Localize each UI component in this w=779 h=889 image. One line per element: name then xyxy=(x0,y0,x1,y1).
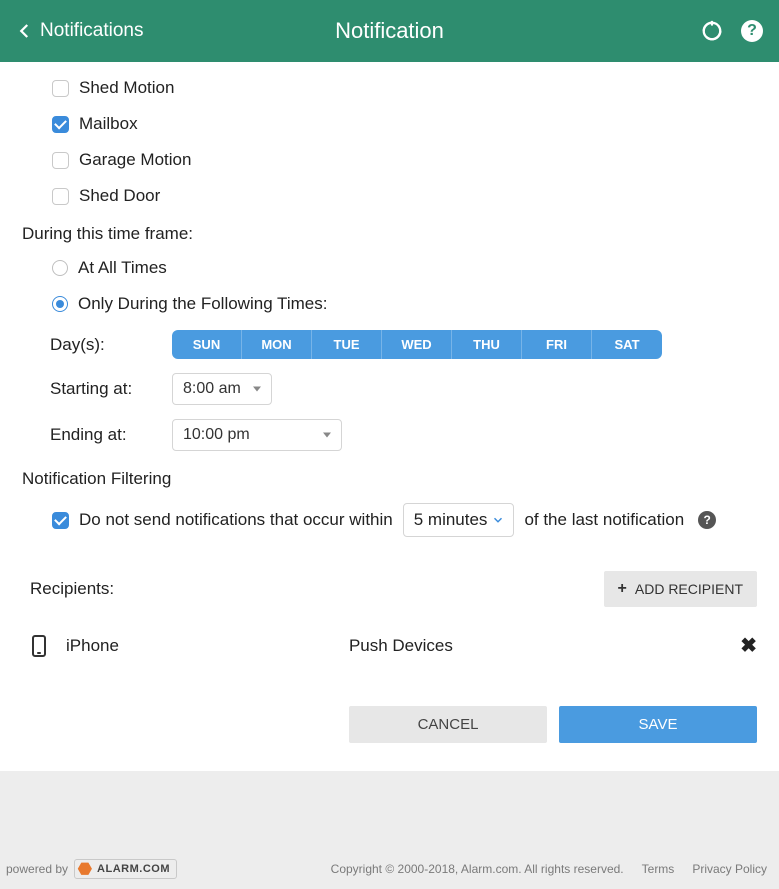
day-pill-wed[interactable]: WED xyxy=(382,330,452,359)
alarm-logo-text: ALARM.COM xyxy=(97,863,170,875)
radio-icon[interactable] xyxy=(52,260,68,276)
help-icon[interactable]: ? xyxy=(741,20,763,42)
checkbox-icon[interactable] xyxy=(52,188,69,205)
sensor-row[interactable]: Garage Motion xyxy=(52,150,757,170)
day-pill-sat[interactable]: SAT xyxy=(592,330,662,359)
radio-icon[interactable] xyxy=(52,296,68,312)
back-label: Notifications xyxy=(40,20,144,42)
remove-recipient-button[interactable]: ✖ xyxy=(740,633,757,658)
start-row: Starting at: 8:00 am xyxy=(22,373,757,405)
filtering-prefix: Do not send notifications that occur wit… xyxy=(79,510,393,530)
day-pill-fri[interactable]: FRI xyxy=(522,330,592,359)
sensor-label: Shed Motion xyxy=(79,78,174,98)
refresh-icon[interactable] xyxy=(701,20,723,42)
checkbox-icon[interactable] xyxy=(52,152,69,169)
save-button[interactable]: SAVE xyxy=(559,706,757,743)
days-row: Day(s): SUN MON TUE WED THU FRI SAT xyxy=(22,330,757,359)
recipients-label: Recipients: xyxy=(22,579,114,599)
sensor-row[interactable]: Mailbox xyxy=(52,114,757,134)
recipients-header: Recipients: + ADD RECIPIENT xyxy=(22,571,757,607)
recipient-name: iPhone xyxy=(66,636,119,656)
end-time-select[interactable]: 10:00 pm xyxy=(172,419,342,451)
days-label: Day(s): xyxy=(50,335,172,355)
recipient-channel: Push Devices xyxy=(349,636,453,656)
start-label: Starting at: xyxy=(50,379,172,399)
sensor-label: Shed Door xyxy=(79,186,160,206)
filter-window-value: 5 minutes xyxy=(414,510,488,530)
timeframe-heading: During this time frame: xyxy=(22,224,757,244)
radio-label: At All Times xyxy=(78,258,167,278)
chevron-left-icon xyxy=(16,22,34,40)
checkbox-icon[interactable] xyxy=(52,512,69,529)
header-actions: ? xyxy=(701,20,763,42)
powered-by-label: powered by xyxy=(6,862,68,876)
end-time-value: 10:00 pm xyxy=(183,426,250,443)
alarm-logo[interactable]: ⬣ ALARM.COM xyxy=(74,859,177,879)
radio-label: Only During the Following Times: xyxy=(78,294,327,314)
start-time-select[interactable]: 8:00 am xyxy=(172,373,272,405)
help-icon[interactable]: ? xyxy=(698,511,716,529)
cancel-button[interactable]: CANCEL xyxy=(349,706,547,743)
recipient-row: iPhone Push Devices ✖ xyxy=(22,633,757,658)
plus-icon: + xyxy=(618,580,627,598)
end-row: Ending at: 10:00 pm xyxy=(22,419,757,451)
filtering-suffix: of the last notification xyxy=(524,510,684,530)
day-pill-thu[interactable]: THU xyxy=(452,330,522,359)
footer-left: powered by ⬣ ALARM.COM xyxy=(6,859,177,879)
page-title: Notification xyxy=(335,18,444,44)
chevron-down-icon xyxy=(491,513,505,527)
filtering-row: Do not send notifications that occur wit… xyxy=(22,503,757,537)
content-area: Shed Motion Mailbox Garage Motion Shed D… xyxy=(0,62,779,771)
timeframe-radio-group: At All Times Only During the Following T… xyxy=(22,258,757,314)
sensor-list: Shed Motion Mailbox Garage Motion Shed D… xyxy=(22,78,757,206)
app-header: Notifications Notification ? xyxy=(0,0,779,62)
add-recipient-label: ADD RECIPIENT xyxy=(635,581,743,597)
add-recipient-button[interactable]: + ADD RECIPIENT xyxy=(604,571,757,607)
footer: powered by ⬣ ALARM.COM Copyright © 2000-… xyxy=(0,771,779,889)
footer-right: Copyright © 2000-2018, Alarm.com. All ri… xyxy=(331,862,767,876)
end-label: Ending at: xyxy=(50,425,172,445)
copyright-text: Copyright © 2000-2018, Alarm.com. All ri… xyxy=(331,862,624,876)
day-pill-sun[interactable]: SUN xyxy=(172,330,242,359)
terms-link[interactable]: Terms xyxy=(642,862,675,876)
privacy-link[interactable]: Privacy Policy xyxy=(692,862,767,876)
sensor-label: Garage Motion xyxy=(79,150,191,170)
sensor-label: Mailbox xyxy=(79,114,138,134)
caret-down-icon xyxy=(253,387,261,392)
phone-icon xyxy=(32,635,46,657)
filtering-heading: Notification Filtering xyxy=(22,469,757,489)
checkbox-icon[interactable] xyxy=(52,80,69,97)
radio-at-all-times[interactable]: At All Times xyxy=(52,258,757,278)
filter-window-select[interactable]: 5 minutes xyxy=(403,503,515,537)
back-button[interactable]: Notifications xyxy=(16,20,144,42)
alarm-logo-icon: ⬣ xyxy=(77,861,93,877)
checkbox-icon[interactable] xyxy=(52,116,69,133)
day-pill-tue[interactable]: TUE xyxy=(312,330,382,359)
sensor-row[interactable]: Shed Door xyxy=(52,186,757,206)
day-pill-mon[interactable]: MON xyxy=(242,330,312,359)
start-time-value: 8:00 am xyxy=(183,380,241,397)
caret-down-icon xyxy=(323,433,331,438)
sensor-row[interactable]: Shed Motion xyxy=(52,78,757,98)
day-selector: SUN MON TUE WED THU FRI SAT xyxy=(172,330,662,359)
action-row: CANCEL SAVE xyxy=(22,706,757,743)
radio-only-during[interactable]: Only During the Following Times: xyxy=(52,294,757,314)
